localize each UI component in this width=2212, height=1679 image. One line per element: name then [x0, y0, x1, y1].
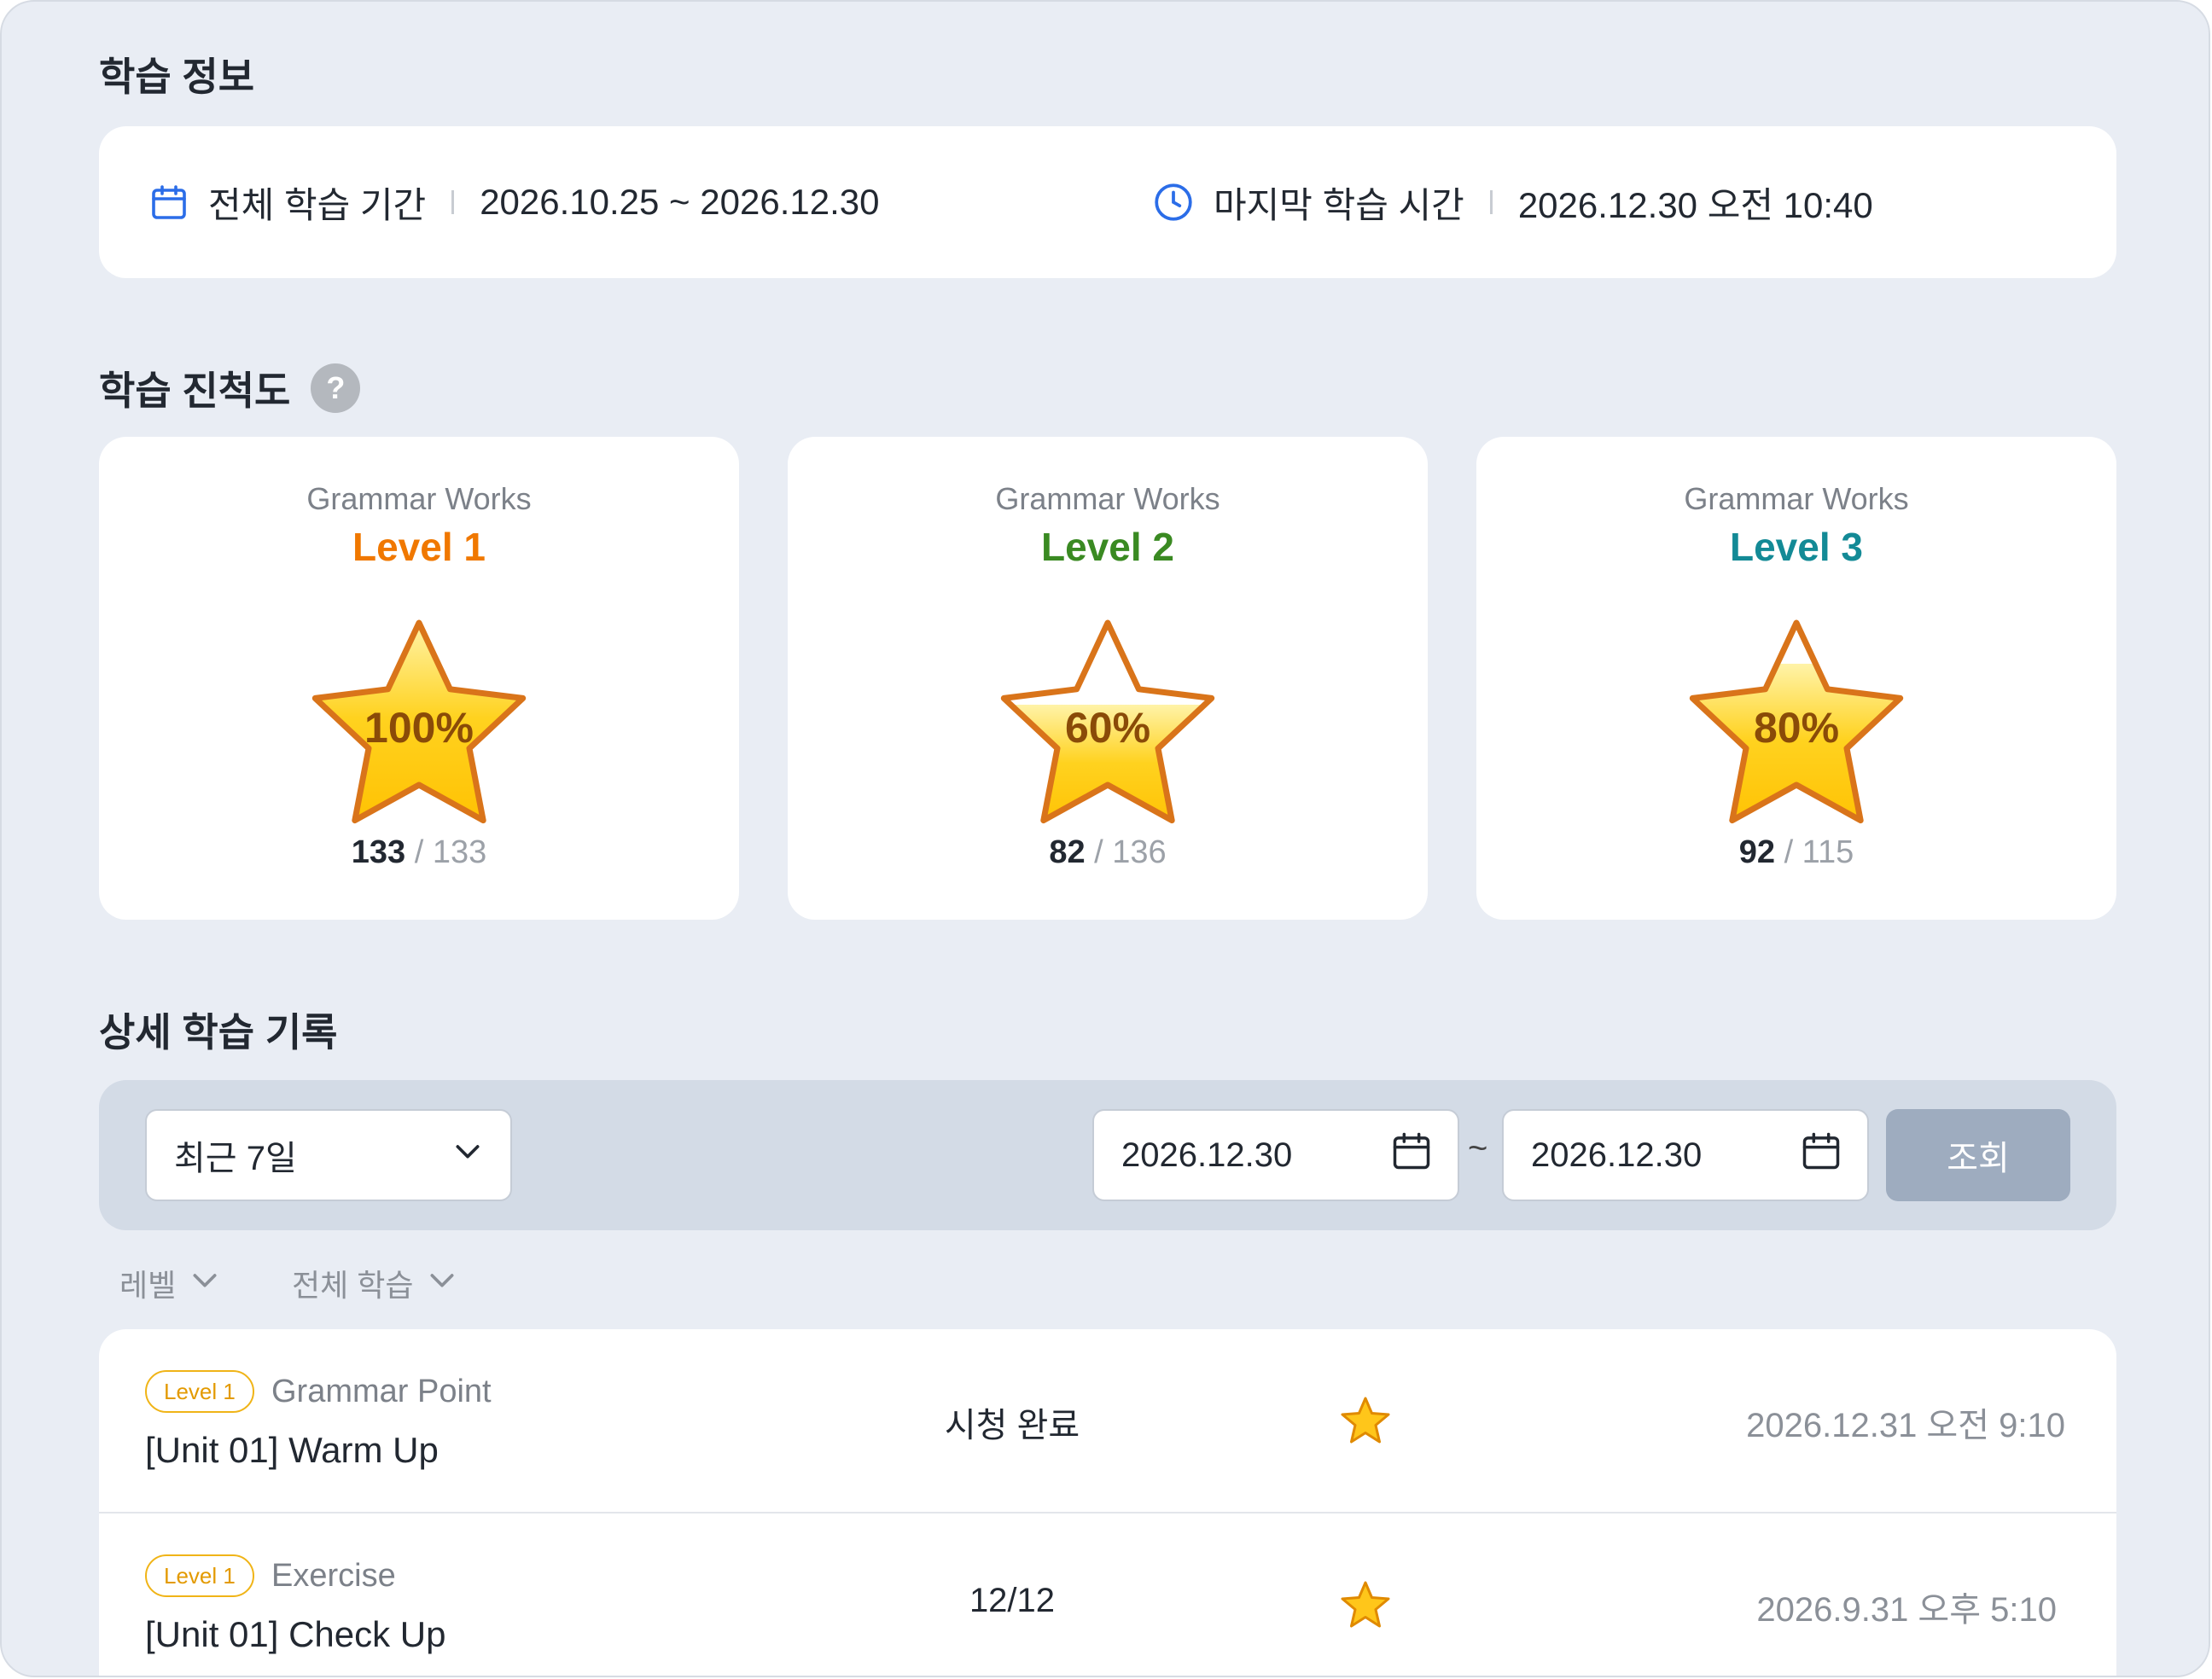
course-name: Grammar Works — [1684, 481, 1909, 516]
level-filter-label: 레벨 — [119, 1268, 177, 1303]
records-filter-panel: 최근 7일 2026.12.30 ~ 2026.12.30 조회 — [99, 1080, 2116, 1230]
period-select[interactable]: 최근 7일 — [145, 1109, 512, 1201]
progress-card-level-1: Grammar Works Level 1 100% 133 / 133 — [99, 437, 739, 920]
date-to-input[interactable]: 2026.12.30 — [1502, 1109, 1869, 1201]
level-filter-dropdown[interactable]: 레벨 — [119, 1261, 222, 1305]
type-filter-dropdown[interactable]: 전체 학습 — [292, 1261, 459, 1305]
clock-icon — [1152, 181, 1195, 224]
learning-dashboard: 학습 정보 전체 학습 기간 2026.10.25 ~ 2026.12.30 마… — [0, 0, 2210, 1677]
calendar-icon[interactable] — [1389, 1129, 1434, 1182]
progress-card-level-3: Grammar Works Level 3 80% 92 / 115 — [1476, 437, 2116, 920]
date-range-separator: ~ — [1468, 1130, 1488, 1167]
item-category: Exercise — [271, 1558, 396, 1594]
progress-title-text: 학습 진척도 — [99, 369, 291, 413]
divider — [1489, 190, 1493, 214]
list-item[interactable]: Level 1 Exercise [Unit 01] Check Up 12/1… — [99, 1512, 2116, 1676]
chevron-down-icon — [451, 1134, 485, 1176]
total-count: / 133 — [414, 834, 487, 870]
item-status: 12/12 — [969, 1582, 1056, 1619]
progress-title: 학습 진척도 ? — [99, 360, 361, 416]
progress-percent: 80% — [1754, 704, 1839, 752]
progress-star-icon: 80% — [1689, 619, 1904, 824]
level-badge: Level 1 — [145, 1554, 254, 1597]
item-date: 2026.12.31 오전 9:10 — [1746, 1407, 2065, 1444]
search-button[interactable]: 조회 — [1886, 1109, 2070, 1201]
progress-star-icon: 100% — [311, 619, 527, 824]
done-count: 82 — [1049, 834, 1086, 870]
chevron-down-icon — [413, 1263, 459, 1304]
last-learning-time: 마지막 학습 시간 2026.12.30 오전 10:40 — [1152, 177, 1873, 229]
date-from-value: 2026.12.30 — [1121, 1136, 1293, 1174]
progress-percent: 100% — [364, 704, 474, 752]
progress-card-level-2: Grammar Works Level 2 60% 82 / 136 — [788, 437, 1428, 920]
level-name: Level 2 — [1041, 525, 1174, 569]
divider — [451, 190, 455, 214]
chevron-down-icon — [176, 1263, 222, 1304]
item-title: [Unit 01] Check Up — [145, 1614, 446, 1654]
done-count: 133 — [351, 834, 406, 870]
date-from-input[interactable]: 2026.12.30 — [1092, 1109, 1459, 1201]
list-item[interactable]: Level 1 Grammar Point [Unit 01] Warm Up … — [99, 1329, 2116, 1512]
done-count: 92 — [1738, 834, 1775, 870]
star-icon — [1341, 1581, 1390, 1628]
help-icon[interactable]: ? — [311, 363, 361, 413]
progress-count: 133 / 133 — [99, 834, 739, 871]
course-name: Grammar Works — [306, 481, 532, 516]
star-icon — [1341, 1397, 1390, 1444]
level-name: Level 1 — [352, 525, 486, 569]
type-filter-label: 전체 학습 — [292, 1268, 414, 1303]
total-count: / 115 — [1784, 834, 1854, 870]
period-label: 전체 학습 기간 — [208, 184, 427, 225]
learning-info-card: 전체 학습 기간 2026.10.25 ~ 2026.12.30 마지막 학습 … — [99, 126, 2116, 278]
level-name: Level 3 — [1730, 525, 1863, 569]
records-title: 상세 학습 기록 — [99, 1010, 338, 1054]
progress-star-icon: 60% — [1000, 619, 1215, 824]
learning-info-title: 학습 정보 — [99, 55, 255, 99]
item-status: 시청 완료 — [944, 1407, 1080, 1444]
calendar-icon — [148, 182, 189, 223]
calendar-icon[interactable] — [1799, 1129, 1843, 1182]
total-count: / 136 — [1094, 834, 1167, 870]
last-value: 2026.12.30 오전 10:40 — [1517, 184, 1873, 225]
course-name: Grammar Works — [995, 481, 1220, 516]
records-list: Level 1 Grammar Point [Unit 01] Warm Up … — [99, 1329, 2116, 1676]
level-badge: Level 1 — [145, 1370, 254, 1413]
learning-period: 전체 학습 기간 2026.10.25 ~ 2026.12.30 — [148, 177, 879, 229]
date-to-value: 2026.12.30 — [1531, 1136, 1703, 1174]
progress-percent: 60% — [1065, 704, 1150, 752]
item-title: [Unit 01] Warm Up — [145, 1430, 439, 1470]
last-label: 마지막 학습 시간 — [1214, 184, 1464, 225]
progress-count: 92 / 115 — [1476, 834, 2116, 871]
item-category: Grammar Point — [271, 1374, 492, 1409]
period-select-value: 최근 7일 — [174, 1140, 297, 1177]
item-date: 2026.9.31 오후 5:10 — [1756, 1591, 2057, 1629]
period-value: 2026.10.25 ~ 2026.12.30 — [480, 182, 880, 222]
progress-count: 82 / 136 — [788, 834, 1428, 871]
